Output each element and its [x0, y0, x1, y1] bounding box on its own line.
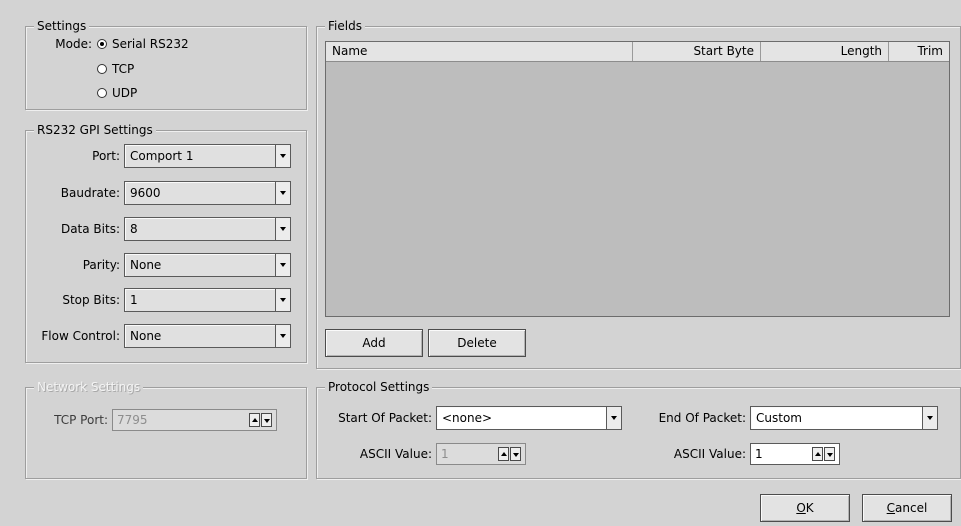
end-of-packet-value: Custom — [756, 411, 802, 425]
end-ascii-spinner[interactable]: 1 — [750, 443, 840, 465]
end-ascii-label: ASCII Value: — [673, 447, 746, 461]
spin-up-icon[interactable] — [812, 447, 823, 461]
chevron-down-icon[interactable] — [922, 407, 937, 429]
radio-tcp[interactable]: TCP — [97, 60, 134, 78]
column-header-name[interactable]: Name — [326, 42, 633, 61]
radio-serial-rs232[interactable]: Serial RS232 — [97, 35, 189, 53]
mode-label: Mode: — [55, 37, 92, 51]
baudrate-dropdown[interactable]: 9600 — [124, 181, 291, 205]
fields-group-title: Fields — [325, 18, 365, 34]
radio-serial-rs232-label: Serial RS232 — [112, 37, 189, 51]
fields-list-header: Name Start Byte Length Trim — [326, 42, 949, 62]
ok-button[interactable]: OK — [760, 494, 850, 522]
stop-bits-dropdown[interactable]: 1 — [124, 288, 291, 312]
radio-tcp-label: TCP — [112, 62, 135, 76]
end-ascii-value: 1 — [755, 447, 763, 461]
end-of-packet-dropdown[interactable]: Custom — [750, 406, 938, 430]
spin-up-icon[interactable] — [249, 413, 260, 427]
delete-button[interactable]: Delete — [428, 329, 526, 357]
chevron-down-icon[interactable] — [275, 289, 290, 311]
spin-down-icon[interactable] — [824, 447, 835, 461]
parity-dropdown[interactable]: None — [124, 253, 291, 277]
spinner-buttons[interactable] — [498, 447, 522, 461]
start-of-packet-value: <none> — [442, 411, 493, 425]
radio-indicator[interactable] — [97, 88, 107, 98]
chevron-down-icon[interactable] — [275, 218, 290, 240]
protocol-group-title: Protocol Settings — [325, 379, 433, 395]
spin-down-icon[interactable] — [510, 447, 521, 461]
baudrate-value: 9600 — [130, 186, 161, 200]
parity-label: Parity: — [82, 258, 120, 272]
spin-down-icon[interactable] — [261, 413, 272, 427]
stop-bits-label: Stop Bits: — [62, 293, 120, 307]
start-of-packet-label: Start Of Packet: — [338, 411, 432, 425]
network-settings-group: Network Settings — [25, 379, 307, 479]
spinner-buttons[interactable] — [812, 447, 836, 461]
chevron-down-icon[interactable] — [275, 145, 290, 167]
ok-mnemonic: O — [796, 501, 806, 515]
data-bits-dropdown[interactable]: 8 — [124, 217, 291, 241]
settings-group-title: Settings — [34, 18, 90, 34]
rs232-group-title: RS232 GPI Settings — [34, 122, 156, 138]
radio-indicator[interactable] — [97, 64, 107, 74]
port-value: Comport 1 — [130, 149, 194, 163]
chevron-down-icon[interactable] — [606, 407, 621, 429]
chevron-down-icon[interactable] — [275, 182, 290, 204]
tcp-port-label: TCP Port: — [54, 413, 108, 427]
start-ascii-label: ASCII Value: — [359, 447, 432, 461]
radio-udp-label: UDP — [112, 86, 138, 100]
column-header-start-byte[interactable]: Start Byte — [633, 42, 761, 61]
data-bits-label: Data Bits: — [60, 222, 120, 236]
tcp-port-spinner[interactable]: 7795 — [112, 409, 277, 431]
stop-bits-value: 1 — [130, 293, 138, 307]
port-dropdown[interactable]: Comport 1 — [124, 144, 291, 168]
flow-control-value: None — [130, 329, 162, 343]
chevron-down-icon[interactable] — [275, 254, 290, 276]
end-of-packet-label: End Of Packet: — [658, 411, 746, 425]
fields-list[interactable]: Name Start Byte Length Trim — [325, 41, 950, 317]
start-ascii-spinner[interactable]: 1 — [436, 443, 526, 465]
parity-value: None — [130, 258, 162, 272]
flow-control-dropdown[interactable]: None — [124, 324, 291, 348]
network-group-title: Network Settings — [34, 379, 144, 395]
cancel-button[interactable]: Cancel — [862, 494, 952, 522]
baudrate-label: Baudrate: — [60, 186, 120, 200]
port-label: Port: — [92, 149, 120, 163]
column-header-length[interactable]: Length — [761, 42, 889, 61]
add-button[interactable]: Add — [325, 329, 423, 357]
chevron-down-icon[interactable] — [275, 325, 290, 347]
data-bits-value: 8 — [130, 222, 138, 236]
radio-indicator-checked[interactable] — [97, 39, 107, 49]
spin-up-icon[interactable] — [498, 447, 509, 461]
cancel-mnemonic: C — [886, 501, 896, 515]
tcp-port-value: 7795 — [117, 413, 148, 427]
column-header-trim[interactable]: Trim — [889, 42, 949, 61]
start-ascii-value: 1 — [441, 447, 449, 461]
ok-label-rest: K — [805, 501, 814, 515]
cancel-label-rest: ancel — [895, 501, 928, 515]
start-of-packet-dropdown[interactable]: <none> — [436, 406, 622, 430]
radio-udp[interactable]: UDP — [97, 84, 137, 102]
flow-control-label: Flow Control: — [41, 329, 120, 343]
spinner-buttons[interactable] — [249, 413, 273, 427]
